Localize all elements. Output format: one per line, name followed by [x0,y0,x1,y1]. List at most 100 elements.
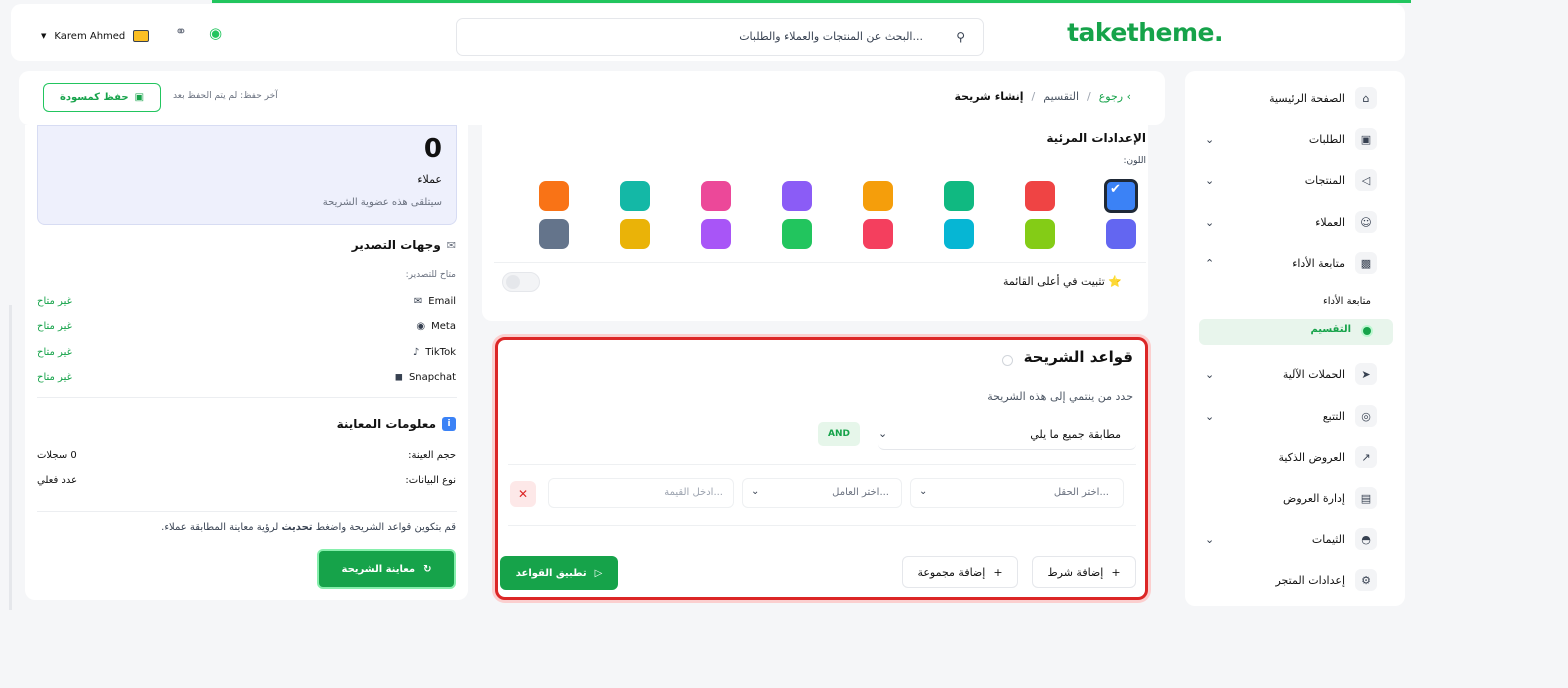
search-input[interactable]: ⚲ البحث عن المنتجات والعملاء والطلبات... [456,18,984,56]
ticket-icon: ▤ [1355,487,1377,509]
member-count-desc: سيتلقى هذه عضوية الشريحة [322,197,442,208]
add-group-button[interactable]: + إضافة مجموعة [902,556,1018,588]
color-swatch[interactable] [944,181,974,211]
sidebar-item-smart-offers[interactable]: ↗ العروض الذكية [1278,446,1377,468]
member-count: 0 [423,134,442,164]
value-input[interactable]: ادخل القيمة... [548,478,734,508]
subitem-segmentation[interactable]: التقسيم [1310,324,1351,335]
sidebar-item-offers-management[interactable]: ▤ إدارة العروض [1283,487,1377,509]
color-swatch[interactable]: ✔ [1104,179,1138,213]
page-header: › رجوع / التقسيم / إنشاء شريحة آخر حفظ: … [19,71,1165,125]
match-select[interactable]: مطابقة جميع ما يلي ⌄ [878,420,1136,450]
snapchat-icon: ◼ [394,372,403,383]
mail-icon: ✉ [413,296,423,307]
sample-size-label: حجم العينة: [408,450,456,461]
chat-icon[interactable]: ◉ [209,24,222,42]
color-swatch[interactable] [1025,219,1055,249]
export-available-label: متاح للتصدير: [405,270,456,280]
destination-meta: ◉ Meta [416,321,456,332]
color-swatch[interactable] [539,219,569,249]
users-icon: ☺ [1355,211,1377,233]
sidebar-item-themes[interactable]: ◓ الثيمات [1312,528,1377,550]
sidebar-item-products[interactable]: ◁ المنتجات [1305,169,1377,191]
divider [494,262,1146,263]
segment-rules-card: قواعد الشريحة حدد من ينتمي إلى هذه الشري… [495,337,1148,600]
preview-hint: قم بتكوين قواعد الشريحة واضغط تحديث لرؤي… [161,522,456,533]
remove-condition-button[interactable]: ✕ [510,481,536,507]
chevron-down-icon: ▼ [41,32,47,40]
chevron-down-icon[interactable]: ⌄ [1205,216,1214,229]
visual-settings-title: الإعدادات المرئية [1046,131,1146,145]
chevron-up-icon[interactable]: ⌃ [1205,257,1214,270]
home-icon: ⌂ [1355,87,1377,109]
save-draft-button[interactable]: حفظ كمسودة ▣ [43,83,161,112]
trend-icon: ↗ [1355,446,1377,468]
chevron-down-icon[interactable]: ⌄ [1205,174,1214,187]
sidebar-item-tracking[interactable]: ◎ التتبع [1323,405,1377,427]
info-title: i معلومات المعاينة [337,417,456,431]
sidebar-item-orders[interactable]: ▣ الطلبات [1309,128,1377,150]
target-icon: ◎ [1355,405,1377,427]
member-count-label: عملاء [417,173,442,186]
sidebar-item-automations[interactable]: ➤ الحملات الآلية [1283,363,1377,385]
preview-segment-button[interactable]: ↻ معاينة الشريحة [317,549,456,589]
color-swatch[interactable] [782,181,812,211]
sample-size-value: 0 سجلات [37,450,77,461]
destination-snapchat-status: غير متاح [37,372,72,383]
color-swatch[interactable] [539,181,569,211]
back-link[interactable]: › رجوع [1099,90,1131,103]
and-badge: AND [818,422,860,446]
operator-select[interactable]: اختر العامل... ⌄ [742,478,902,508]
pin-toggle[interactable] [502,272,540,292]
destination-snapchat: ◼ Snapchat [394,372,456,383]
subitem-performance[interactable]: متابعة الأداء [1323,296,1371,307]
tiktok-icon: ♪ [412,347,420,358]
color-swatch[interactable] [782,219,812,249]
color-swatch[interactable] [620,181,650,211]
sidebar-item-home[interactable]: ⌂ الصفحة الرئيسية [1269,87,1377,109]
color-swatch[interactable] [620,219,650,249]
color-swatch[interactable] [944,219,974,249]
chevron-down-icon[interactable]: ⌄ [1205,368,1214,381]
search-icon: ⚲ [956,30,965,44]
data-type-label: نوع البيانات: [405,475,456,486]
chevron-down-icon[interactable]: ⌄ [1205,533,1214,546]
chevron-down-icon[interactable]: ⌄ [1205,410,1214,423]
color-swatch[interactable] [863,219,893,249]
breadcrumb-segmentation[interactable]: التقسيم [1043,90,1079,103]
top-bar: taketheme. ⚲ البحث عن المنتجات والعملاء … [11,4,1405,61]
support-icon[interactable]: ⚭ [175,24,187,40]
play-icon: ▷ [594,567,603,579]
lightning-icon: ➤ [1355,363,1377,385]
sidebar-item-performance[interactable]: ▩ متابعة الأداء [1292,252,1377,274]
chevron-down-icon[interactable]: ⌄ [1205,133,1214,146]
rules-title: قواعد الشريحة [1023,348,1133,366]
field-select[interactable]: اختر الحقل... ⌄ [910,478,1124,508]
color-swatch[interactable] [863,181,893,211]
megaphone-icon: ✉ [446,238,456,252]
member-count-box: 0 عملاء سيتلقى هذه عضوية الشريحة [37,125,457,225]
user-menu[interactable]: ▼ Karem Ahmed [41,22,150,50]
apply-rules-button[interactable]: ▷ تطبيق القواعد [500,556,618,590]
info-circle-icon[interactable] [1002,355,1013,366]
chevron-down-icon: ⌄ [751,486,760,497]
color-swatch[interactable] [701,219,731,249]
color-swatch[interactable] [701,181,731,211]
plus-icon: + [1111,565,1121,579]
palette-icon: ◓ [1355,528,1377,550]
progress-line [212,0,1411,3]
scrollbar[interactable] [9,305,12,610]
user-name: Karem Ahmed [54,30,126,42]
export-title: ✉ وجهات التصدير [351,238,456,252]
breadcrumb: › رجوع / التقسيم / إنشاء شريحة [954,90,1131,103]
color-swatch[interactable] [1025,181,1055,211]
color-swatch[interactable] [1106,219,1136,249]
logo: taketheme. [1067,18,1223,47]
divider [37,511,457,512]
gear-icon: ⚙ [1355,569,1377,591]
sidebar-item-store-settings[interactable]: ⚙ إعدادات المتجر [1275,569,1377,591]
sidebar-item-customers[interactable]: ☺ العملاء [1315,211,1377,233]
add-condition-button[interactable]: + إضافة شرط [1032,556,1136,588]
visual-settings-card: الإعدادات المرئية اللون: ✔ ⭐ تثبيت في أع… [482,125,1148,321]
tag-icon: ◁ [1355,169,1377,191]
